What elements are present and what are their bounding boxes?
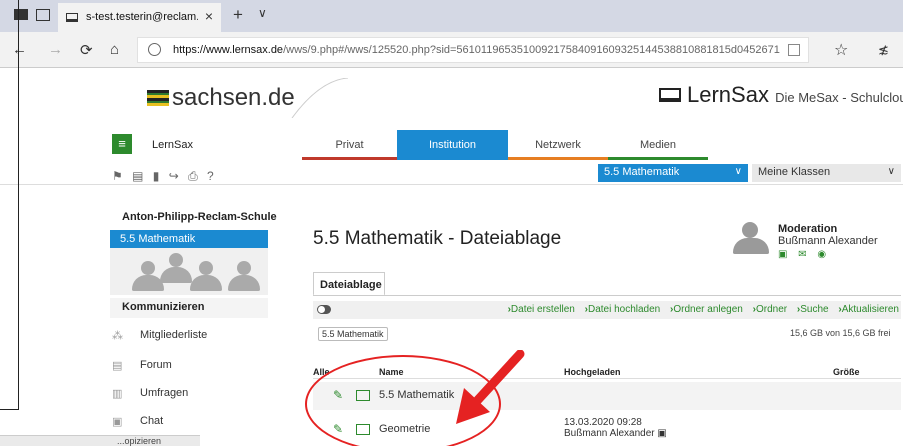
divider xyxy=(313,295,901,296)
breadcrumb[interactable]: 5.5 Mathematik xyxy=(318,327,388,341)
sidebar-section-kommunizieren[interactable]: Kommunizieren xyxy=(110,298,268,318)
tab-title: s-test.testerin@reclam.l xyxy=(86,11,198,23)
school-name[interactable]: Anton-Philipp-Reclam-Schule xyxy=(122,211,277,223)
action-aktualisieren[interactable]: Aktualisieren xyxy=(838,304,899,315)
close-icon[interactable]: × xyxy=(205,8,213,24)
annotation-ellipse xyxy=(305,355,501,446)
action-suche[interactable]: Suche xyxy=(797,304,829,315)
refresh-button[interactable]: ⟳ xyxy=(80,41,93,59)
favorites-hub-icon[interactable]: ≴ xyxy=(878,42,889,58)
moderator-contact-icons[interactable]: ▣ ✉ ◉ xyxy=(778,249,830,260)
storage-quota: 15,6 GB von 15,6 GB frei xyxy=(790,328,891,338)
members-icon: ⁂ xyxy=(112,330,123,342)
file-toolbar: Datei erstellen Datei hochladen Ordner a… xyxy=(313,301,901,319)
action-ordner-anlegen[interactable]: Ordner anlegen xyxy=(670,304,743,315)
chat-icon: ▣ xyxy=(112,416,123,428)
laptop-icon xyxy=(659,88,681,102)
tab-netzwerk[interactable]: Netzwerk xyxy=(508,130,608,160)
sachsen-logo[interactable]: sachsen.de xyxy=(147,84,295,112)
tab-preview-icon[interactable] xyxy=(36,9,50,21)
url-field[interactable]: https://www.lernsax.de/wws/9.php#/wws/12… xyxy=(137,37,809,63)
address-bar-row: ← → ⟳ ⌂ https://www.lernsax.de/wws/9.php… xyxy=(0,32,903,68)
favorite-star-icon[interactable]: ☆ xyxy=(834,40,848,60)
forum-icon: ▤ xyxy=(112,360,123,372)
app-name: LernSax xyxy=(152,139,193,151)
sidebar-item-umfragen[interactable]: ▥ Umfragen xyxy=(110,384,268,404)
group-avatars xyxy=(110,248,268,295)
tab-privat[interactable]: Privat xyxy=(302,130,397,160)
tab-institution[interactable]: Institution xyxy=(397,130,508,160)
menu-button[interactable]: ≡ xyxy=(112,134,132,154)
laptop-icon xyxy=(66,13,78,22)
context-select[interactable]: 5.5 Mathematik ∨ xyxy=(598,164,748,182)
url-domain: https://www.lernsax.de xyxy=(173,44,284,56)
column-hochgeladen[interactable]: Hochgeladen xyxy=(564,367,621,377)
tab-medien[interactable]: Medien xyxy=(608,130,708,160)
sidebar-class-item[interactable]: 5.5 Mathematik xyxy=(110,230,268,248)
view-toggle[interactable] xyxy=(317,305,331,314)
url-path: /wws/9.php#/wws/125520.php?sid=561011965… xyxy=(283,44,780,56)
sidebar-item-mitgliederliste[interactable]: ⁂ Mitgliederliste xyxy=(110,326,268,346)
moderator-name[interactable]: Bußmann Alexander xyxy=(778,235,878,247)
background-window-tab: ...opizieren xyxy=(0,435,200,446)
tab-dateiablage[interactable]: Dateiablage xyxy=(313,272,385,296)
chart-icon: ▥ xyxy=(112,388,123,400)
saxony-flag-icon xyxy=(147,90,169,106)
column-groesse[interactable]: Größe xyxy=(833,367,860,377)
sidebar-item-chat[interactable]: ▣ Chat xyxy=(110,412,268,432)
divider xyxy=(0,184,903,185)
home-button[interactable]: ⌂ xyxy=(110,41,119,58)
action-datei-hochladen[interactable]: Datei hochladen xyxy=(585,304,661,315)
browser-tab-bar: s-test.testerin@reclam.l × + ∨ xyxy=(0,0,903,32)
forward-button[interactable]: → xyxy=(48,41,63,58)
chevron-down-icon: ∨ xyxy=(887,166,895,177)
action-ordner[interactable]: Ordner xyxy=(753,304,787,315)
new-tab-button[interactable]: + xyxy=(233,5,243,25)
action-datei-erstellen[interactable]: Datei erstellen xyxy=(508,304,575,315)
header-curve xyxy=(291,78,349,118)
lernsax-brand: LernSax Die MeSax - Schulcloud xyxy=(659,82,903,108)
moderation-title: Moderation xyxy=(778,223,838,235)
moderator-avatar xyxy=(733,216,769,260)
globe-icon xyxy=(148,43,161,56)
tab-menu-button[interactable]: ∨ xyxy=(258,6,267,20)
sidebar-item-forum[interactable]: ▤ Forum xyxy=(110,356,268,376)
screenshot-frame xyxy=(0,0,19,410)
browser-tab[interactable]: s-test.testerin@reclam.l × xyxy=(58,3,221,32)
reading-view-icon[interactable] xyxy=(788,44,800,56)
toolbar-icons[interactable]: ⚑ ▤ ▮ ↪ ⎙ ? xyxy=(112,169,217,184)
group-select[interactable]: Meine Klassen ∨ xyxy=(752,164,901,182)
page-title: 5.5 Mathematik - Dateiablage xyxy=(313,228,562,249)
upload-info: 13.03.2020 09:28 Bußmann Alexander ▣ xyxy=(564,417,667,439)
chevron-down-icon: ∨ xyxy=(734,166,742,177)
